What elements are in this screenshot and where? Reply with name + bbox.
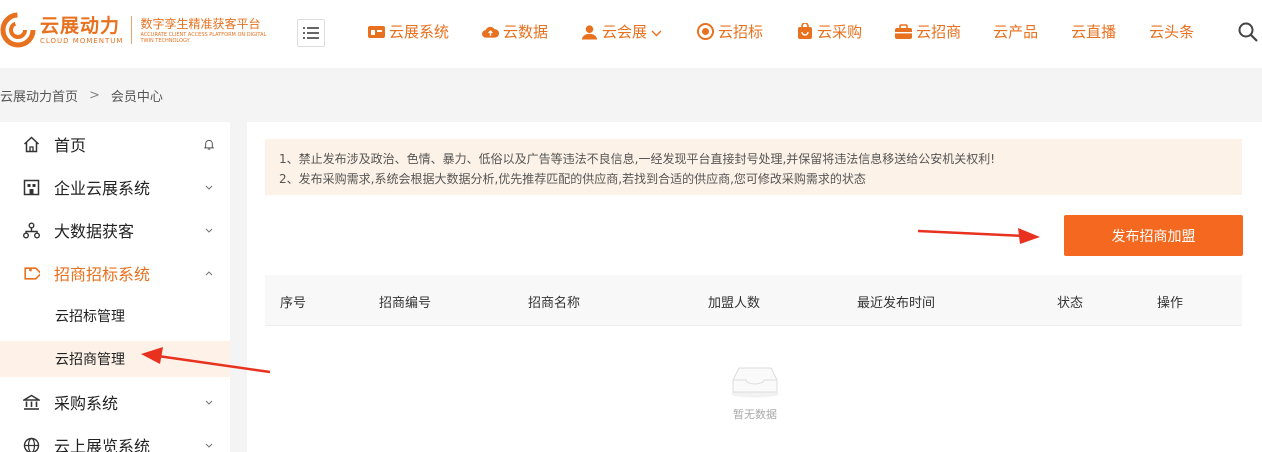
empty-state: 暂无数据 [725, 364, 785, 422]
logo-divider [131, 16, 133, 44]
logo-name: 云展动力 [40, 14, 121, 37]
nav-label: 云招标 [718, 23, 764, 41]
nav-cloud-data[interactable]: 云数据 [482, 21, 548, 42]
users-icon [581, 23, 598, 40]
nav-cloud-live[interactable]: 云直播 [1071, 21, 1116, 42]
column-header[interactable]: 招商编号 [379, 292, 431, 311]
sidebar-subitem-label: 云招商管理 [55, 352, 125, 368]
sidebar-item-bidding-system[interactable]: 招商招标系统 [0, 253, 230, 293]
chevron-down-icon [204, 182, 214, 192]
sidebar-item-label: 采购系统 [54, 394, 119, 413]
bank-icon [22, 393, 40, 411]
nav-label: 云展系统 [389, 23, 450, 41]
network-icon [22, 221, 40, 239]
nav-cloud-headlines[interactable]: 云头条 [1149, 21, 1194, 42]
logo-name-en: CLOUD MOMENTUM [40, 36, 124, 45]
nav-label: 云头条 [1149, 23, 1195, 41]
nav-label: 云产品 [993, 23, 1039, 41]
logo-slogan-en: ACCURATE CLIENT ACCESS PLATFORM ON DIGIT… [140, 32, 267, 44]
column-header[interactable]: 状态 [1057, 292, 1083, 311]
nav-label: 云数据 [503, 23, 549, 41]
search-icon [1238, 22, 1258, 46]
brand-logo[interactable]: 云展动力 CLOUD MOMENTUM 数字孪生精准获客平台 ACCURATE … [0, 12, 280, 48]
target-icon [697, 23, 715, 40]
bell-icon[interactable] [204, 139, 214, 150]
nav-cloud-expo[interactable]: 云会展 [581, 21, 662, 42]
sidebar-item-purchase-system[interactable]: 采购系统 [0, 382, 230, 422]
chevron-down-icon [204, 440, 214, 450]
nav-cloud-bidding[interactable]: 云招标 [697, 21, 763, 42]
breadcrumb-current: 会员中心 [110, 90, 163, 105]
column-header[interactable]: 加盟人数 [708, 292, 760, 311]
column-header[interactable]: 招商名称 [528, 292, 580, 311]
list-menu-icon [303, 24, 319, 43]
top-header: 云展动力 CLOUD MOMENTUM 数字孪生精准获客平台 ACCURATE … [0, 0, 1262, 68]
notice-box: 1、禁止发布涉及政治、色情、暴力、低俗以及广告等违法不良信息,一经发现平台直接封… [265, 139, 1242, 195]
nav-cloud-products[interactable]: 云产品 [993, 21, 1038, 42]
sidebar-item-big-data[interactable]: 大数据获客 [0, 210, 230, 250]
cloud-upload-icon [482, 23, 500, 40]
sidebar-item-label: 企业云展系统 [54, 179, 151, 198]
table-header: 序号 招商编号 招商名称 加盟人数 最近发布时间 状态 操作 [265, 275, 1242, 326]
search-button[interactable] [1238, 22, 1260, 44]
nav-label: 云采购 [817, 23, 863, 41]
chevron-down-icon [204, 225, 214, 235]
nav-cloud-investment[interactable]: 云招商 [895, 21, 961, 42]
breadcrumb-home-link[interactable]: 云展动力首页 [0, 86, 78, 105]
chevron-up-icon [204, 268, 214, 278]
briefcase-icon [895, 23, 913, 40]
column-header[interactable]: 序号 [280, 292, 306, 311]
sidebar-subitem-bidding-management[interactable]: 云招标管理 [0, 298, 230, 334]
sidebar-item-cloud-exhibition[interactable]: 云上展览系统 [0, 425, 230, 452]
sidebar-item-label: 首页 [54, 136, 87, 155]
tag-icon [22, 264, 40, 282]
column-header[interactable]: 最近发布时间 [857, 292, 935, 311]
nav-cloud-purchase[interactable]: 云采购 [796, 21, 862, 42]
notice-line: 1、禁止发布涉及政治、色情、暴力、低俗以及广告等违法不良信息,一经发现平台直接封… [279, 152, 996, 166]
nav-label: 云直播 [1071, 23, 1117, 41]
sidebar-item-enterprise-expo[interactable]: 企业云展系统 [0, 167, 230, 207]
sidebar-subitem-label: 云招标管理 [55, 309, 125, 325]
sidebar-item-label: 大数据获客 [54, 222, 135, 241]
shopping-bag-icon [796, 23, 813, 40]
sidebar-item-label: 云上展览系统 [54, 437, 151, 452]
logo-swirl-icon [0, 12, 36, 48]
globe-icon [22, 436, 40, 452]
sidebar-item-home[interactable]: 首页 [0, 124, 230, 164]
chevron-down-icon [651, 23, 662, 41]
breadcrumb: 云展动力首页 > 会员中心 [0, 86, 163, 105]
logo-slogan: 数字孪生精准获客平台 [140, 17, 261, 31]
breadcrumb-separator: > [89, 88, 100, 103]
nav-label: 云会展 [602, 23, 648, 41]
empty-inbox-icon [729, 367, 781, 402]
sidebar-item-label: 招商招标系统 [54, 265, 151, 284]
sidebar-subitem-investment-management[interactable]: 云招商管理 [0, 341, 230, 377]
sidebar: 首页 企业云展系统 大数据获客 招商招标系统 云招标管理 云招商管理 采购系统 … [0, 122, 230, 452]
building-icon [22, 178, 40, 196]
publish-investment-button[interactable]: 发布招商加盟 [1064, 215, 1243, 256]
exhibition-icon [368, 23, 385, 40]
list-menu-button[interactable] [297, 19, 325, 47]
home-icon [22, 135, 40, 153]
chevron-down-icon [204, 397, 214, 407]
main-nav: 云展系统 云数据 云会展 云招标 云采购 云招商 云产品 云直播 云头条 [368, 21, 1194, 42]
notice-line: 2、发布采购需求,系统会根据大数据分析,优先推荐匹配的供应商,若找到合适的供应商… [279, 172, 866, 186]
nav-label: 云招商 [916, 23, 962, 41]
empty-state-text: 暂无数据 [733, 408, 777, 421]
nav-yunzhan-system[interactable]: 云展系统 [368, 21, 449, 42]
main-panel: 1、禁止发布涉及政治、色情、暴力、低俗以及广告等违法不良信息,一经发现平台直接封… [247, 122, 1262, 452]
column-header[interactable]: 操作 [1157, 292, 1183, 311]
